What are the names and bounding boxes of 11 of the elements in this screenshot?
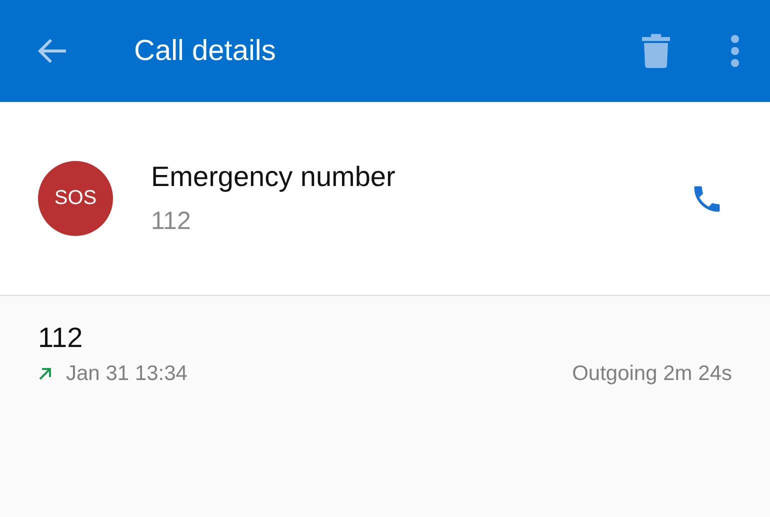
call-number: 112 [38,322,84,354]
outgoing-arrow-icon [38,367,52,381]
back-button[interactable] [36,37,68,65]
screen-title: Call details [134,34,277,68]
more-options-button[interactable] [730,35,740,67]
delete-button[interactable] [642,34,670,68]
avatar: SOS [38,161,113,236]
contact-number: 112 [151,207,192,236]
contact-name: Emergency number [151,161,396,193]
call-time: Jan 31 13:34 [66,362,188,386]
call-summary: Outgoing 2m 24s [572,362,732,386]
